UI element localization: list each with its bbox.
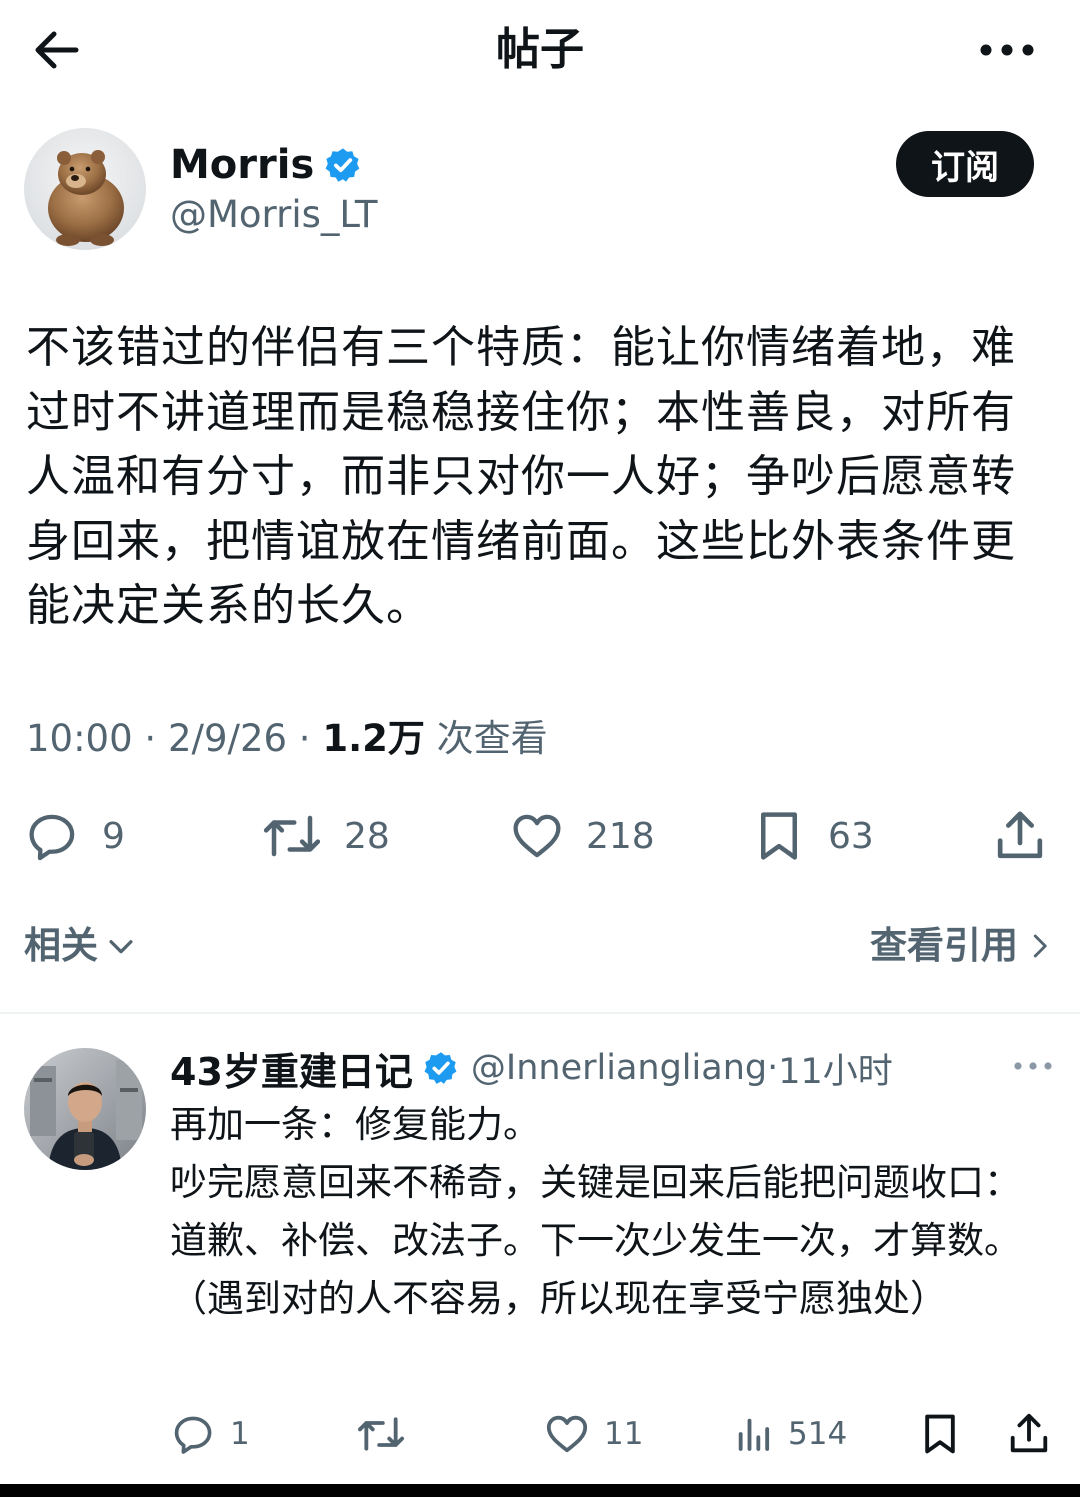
views-count: 1.2万 [322,717,425,760]
chevron-down-icon [109,940,133,954]
repost-icon [263,815,321,857]
analytics-icon [738,1418,770,1451]
related-dropdown[interactable]: 相关 [24,918,138,974]
post-actions: 9 28 218 63 [0,800,1080,872]
post-meta: 10:00 · 2/9/26 · 1.2万 次查看 [26,712,548,766]
reply-views-count: 514 [788,1416,848,1452]
verified-badge-icon [424,1052,457,1084]
post-text: 不该错过的伴侣有三个特质：能让你情绪着地，难过时不讲道理而是稳稳接住你；本性善良… [26,322,1016,631]
reply-author-avatar[interactable] [24,1048,146,1170]
share-icon [1010,1413,1048,1453]
post-date: 2/9/26 [167,717,288,760]
author-name: Morris [170,142,315,188]
post-time: 10:00 [26,717,133,760]
bottom-edge-bar [0,1484,1080,1497]
author-handle[interactable]: @Morris_LT [170,192,378,238]
verified-badge-icon [325,148,360,182]
more-options-button[interactable] [972,22,1042,78]
reply-actions: 1 11 514 [0,1404,1080,1464]
repost-icon [357,1417,405,1451]
bookmark-count: 63 [828,815,874,857]
reply-header[interactable]: 43岁重建日记 @Innerliangliang · 11小时 [170,1040,893,1096]
share-icon [997,811,1043,859]
reply-author-name: 43岁重建日记 [170,1049,413,1094]
view-quotes-link[interactable]: 查看引用 [870,918,1054,974]
meta-separator: · [298,717,323,760]
reply-reply-count: 1 [230,1416,250,1452]
top-bar: 帖子 [0,0,1080,100]
section-divider [0,1012,1080,1014]
reply-more-button[interactable] [1008,1048,1058,1084]
meta-separator: · [767,1048,779,1088]
reply-bookmark-button[interactable] [918,1404,962,1464]
share-button[interactable] [992,800,1048,872]
more-icon [1014,1062,1052,1070]
chevron-right-icon [1033,934,1047,958]
reply-views-button[interactable]: 514 [734,1404,847,1464]
bookmark-icon [761,812,797,860]
like-count: 218 [586,815,655,857]
author-name-row[interactable]: Morris [170,140,362,190]
reply-icon [174,1416,212,1454]
subscribe-button[interactable]: 订阅 [896,131,1034,197]
heart-icon [546,1415,588,1453]
repost-count: 28 [344,815,390,857]
repost-button[interactable]: 28 [262,800,390,872]
heart-icon [513,814,561,858]
page-title: 帖子 [496,24,584,75]
reply-author-handle: @Innerliangliang [470,1048,768,1088]
man-selfie-avatar-image [24,1048,146,1170]
reply-like-button[interactable]: 11 [544,1404,643,1464]
related-row: 相关 查看引用 [24,918,1054,974]
views-label: 次查看 [436,717,548,760]
bookmark-icon [925,1414,955,1454]
meta-separator: · [144,717,168,760]
like-button[interactable]: 218 [510,800,655,872]
reply-text: 再加一条：修复能力。 吵完愿意回来不稀奇，关键是回来后能把问题收口：道歉、补偿、… [170,1103,1021,1320]
reply-time: 11小时 [778,1051,893,1092]
reply-button[interactable]: 9 [26,800,125,872]
reply-reply-button[interactable]: 1 [172,1404,250,1464]
reply-like-count: 11 [604,1416,644,1452]
reply-icon [29,814,75,861]
author-avatar[interactable] [24,128,146,250]
reply-repost-button[interactable] [356,1404,420,1464]
bear-avatar-image [24,128,146,250]
related-label: 相关 [24,924,98,967]
reply-count: 9 [102,815,125,857]
view-quotes-label: 查看引用 [870,924,1018,967]
reply-share-button[interactable] [1006,1404,1052,1464]
bookmark-button[interactable]: 63 [752,800,874,872]
more-icon [980,44,1034,56]
